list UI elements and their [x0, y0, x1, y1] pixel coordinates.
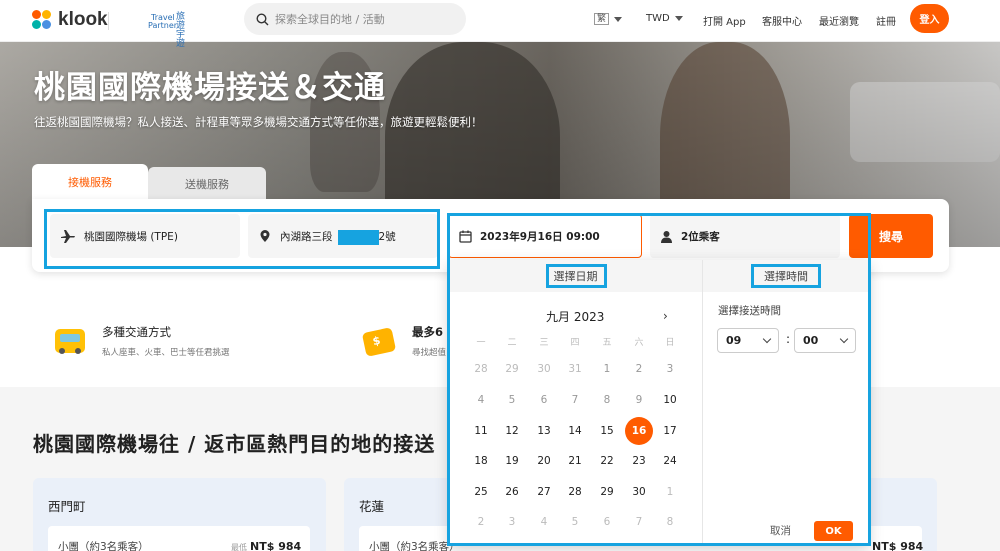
tab-pickup[interactable]: 接機服務 [32, 164, 148, 200]
klook-logo-icon [32, 10, 52, 30]
nav-open-app[interactable]: 打開 App [703, 13, 746, 28]
nav-register[interactable]: 註冊 [876, 13, 896, 28]
partner-logo: Travel Partner 旅遊宇遊 [148, 13, 185, 49]
highlight-datetime-picker [447, 213, 871, 546]
header-divider [108, 12, 109, 30]
destination-card-ximending[interactable]: 西門町 小團（約3名乘客） 最低 NT$ 984 [33, 478, 326, 551]
chevron-down-icon [614, 16, 623, 22]
option-label: 小團（約3名乘客） [58, 541, 149, 551]
highlight-time-header [751, 264, 821, 288]
currency-label: TWD [646, 13, 670, 24]
feature-title-2: 最多6 [412, 325, 444, 339]
feature-title-1: 多種交通方式 [102, 325, 171, 339]
price-value: NT$ 984 [872, 540, 924, 551]
price-value: NT$ 984 [250, 540, 302, 551]
highlight-location-fields [44, 209, 440, 269]
destination-name: 西門町 [48, 499, 86, 514]
search-placeholder: 探索全球目的地 / 活動 [275, 13, 385, 26]
global-search[interactable]: 探索全球目的地 / 活動 [244, 3, 466, 35]
tab-dropoff[interactable]: 送機服務 [148, 167, 266, 200]
page-subtitle: 往返桃園國際機場？私人接送、計程車等眾多機場交通方式等任你選，旅遊更輕鬆便利！ [34, 115, 483, 129]
chevron-down-icon [674, 16, 683, 21]
section-title: 桃園國際機場往 / 返市區熱門目的地的接送 [33, 432, 436, 456]
search-icon [256, 12, 269, 25]
login-button[interactable]: 登入 [910, 4, 949, 33]
highlight-date-header [546, 264, 607, 288]
partner-line-2: Partner [148, 21, 178, 30]
top-header: klook Travel Partner 旅遊宇遊 探索全球目的地 / 活動 繁… [0, 0, 1000, 49]
destination-name: 花蓮 [359, 499, 385, 514]
feature-subtitle-1: 私人座車、火車、巴士等任君挑選 [102, 348, 230, 358]
partner-name: 旅遊宇遊 [176, 12, 186, 49]
currency-selector[interactable]: TWD [646, 13, 683, 24]
language-label: 繁 [594, 13, 610, 25]
logo-text: klook [58, 9, 108, 30]
car-icon [55, 329, 85, 354]
price-label: 最低 [231, 543, 247, 551]
feature-subtitle-2: 尋找超值 [412, 348, 447, 358]
nav-customer-service[interactable]: 客服中心 [762, 13, 802, 28]
destination-price: NT$ 984 [872, 540, 923, 551]
page-title: 桃園國際機場接送＆交通 [34, 70, 386, 106]
language-selector[interactable]: 繁 [594, 13, 623, 25]
destination-price: 最低 NT$ 984 [231, 540, 301, 551]
nav-recently-viewed[interactable]: 最近瀏覽 [819, 13, 859, 28]
klook-logo[interactable]: klook [32, 9, 108, 31]
coupon-icon: $ [361, 327, 397, 357]
